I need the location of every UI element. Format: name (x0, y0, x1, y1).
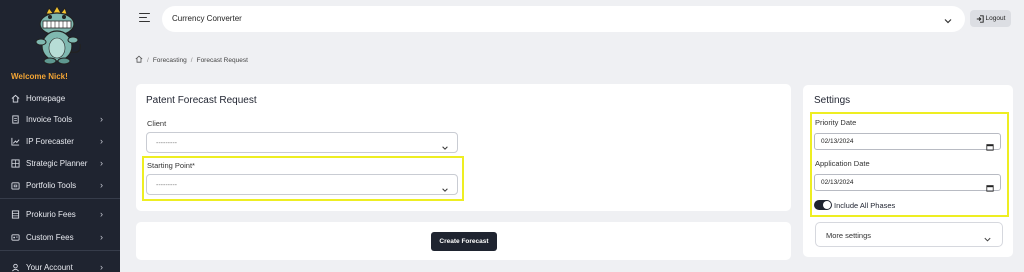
menu-toggle-icon[interactable] (139, 13, 150, 23)
sidebar-item-custom-fees[interactable]: Custom Fees › (0, 227, 120, 247)
breadcrumb-separator: / (190, 56, 193, 64)
application-date-input[interactable]: 02/13/2024 (814, 174, 1001, 192)
forecast-title: Patent Forecast Request (146, 95, 257, 106)
priority-date-value: 02/13/2024 (821, 138, 854, 145)
calendar-icon[interactable] (986, 179, 994, 192)
chevron-down-icon (441, 139, 449, 150)
logout-button[interactable]: Logout (970, 10, 1011, 27)
sidebar: Welcome Nick! Homepage Invoice Tools › I… (0, 0, 120, 272)
more-settings-accordion[interactable]: More settings (815, 222, 1003, 247)
include-all-phases-toggle[interactable] (814, 200, 832, 210)
sidebar-item-label: Invoice Tools (26, 114, 73, 124)
sidebar-item-strategic-planner[interactable]: Strategic Planner › (0, 153, 120, 173)
sidebar-item-portfolio-tools[interactable]: Portfolio Tools › (0, 175, 120, 195)
chevron-right-icon: › (100, 136, 103, 146)
toggle-knob (823, 201, 831, 209)
chevron-right-icon: › (100, 158, 103, 168)
document-icon (10, 114, 20, 124)
sidebar-item-prokurio-fees[interactable]: Prokurio Fees › (0, 204, 120, 224)
logout-label: Logout (985, 15, 1006, 22)
settings-title: Settings (814, 95, 851, 106)
breadcrumb-forecasting[interactable]: Forecasting (153, 57, 187, 64)
chevron-down-icon (943, 13, 953, 24)
sidebar-item-label: Strategic Planner (26, 158, 88, 168)
include-all-phases-label: Include All Phases (834, 201, 896, 210)
chevron-right-icon: › (100, 209, 103, 219)
sidebar-divider (0, 198, 120, 199)
welcome-text: Welcome Nick! (11, 72, 68, 81)
chevron-right-icon: › (100, 180, 103, 190)
client-select-value: --------- (156, 140, 177, 147)
search-value: Currency Converter (172, 14, 242, 23)
sidebar-item-label: Custom Fees (26, 232, 74, 242)
create-forecast-button[interactable]: Create Forecast (431, 232, 497, 251)
calendar-icon[interactable] (986, 138, 994, 151)
currency-converter-select[interactable]: Currency Converter (162, 6, 965, 32)
mascot-avatar (26, 4, 86, 66)
application-date-label: Application Date (815, 159, 870, 168)
user-icon (10, 262, 20, 272)
priority-date-label: Priority Date (815, 118, 857, 127)
sidebar-item-label: Prokurio Fees (26, 209, 76, 219)
starting-point-select-value: --------- (156, 182, 177, 189)
application-date-value: 02/13/2024 (821, 179, 854, 186)
building-icon (10, 209, 20, 219)
chevron-right-icon: › (100, 262, 103, 272)
starting-point-select[interactable]: --------- (146, 174, 458, 195)
sidebar-item-label: Your Account (26, 262, 73, 272)
sidebar-item-label: Homepage (26, 93, 66, 103)
line-chart-icon (10, 136, 20, 146)
home-icon[interactable] (135, 55, 143, 65)
briefcase-icon (10, 180, 20, 190)
sidebar-item-ip-forecaster[interactable]: IP Forecaster › (0, 131, 120, 151)
sidebar-item-label: Portfolio Tools (26, 180, 77, 190)
sidebar-item-label: IP Forecaster (26, 136, 74, 146)
more-settings-label: More settings (826, 231, 872, 240)
starting-point-label: Starting Point* (147, 161, 195, 170)
breadcrumb-separator: / (147, 56, 149, 64)
chevron-right-icon: › (100, 114, 103, 124)
sidebar-item-invoice-tools[interactable]: Invoice Tools › (0, 109, 120, 129)
breadcrumb-forecast-request: Forecast Request (196, 56, 248, 64)
home-icon (10, 93, 20, 103)
client-select[interactable]: --------- (146, 132, 458, 153)
sidebar-divider (0, 250, 120, 251)
sidebar-item-homepage[interactable]: Homepage (0, 88, 120, 108)
priority-date-input[interactable]: 02/13/2024 (814, 133, 1001, 151)
id-card-icon (10, 232, 20, 242)
chevron-down-icon (441, 181, 449, 192)
breadcrumb: / Forecasting / Forecast Request (135, 55, 248, 65)
logout-icon (976, 14, 984, 23)
grid-icon (10, 158, 20, 168)
client-label: Client (147, 119, 167, 128)
chevron-down-icon (983, 231, 992, 242)
chevron-right-icon: › (100, 232, 103, 242)
sidebar-item-your-account[interactable]: Your Account › (0, 257, 120, 272)
